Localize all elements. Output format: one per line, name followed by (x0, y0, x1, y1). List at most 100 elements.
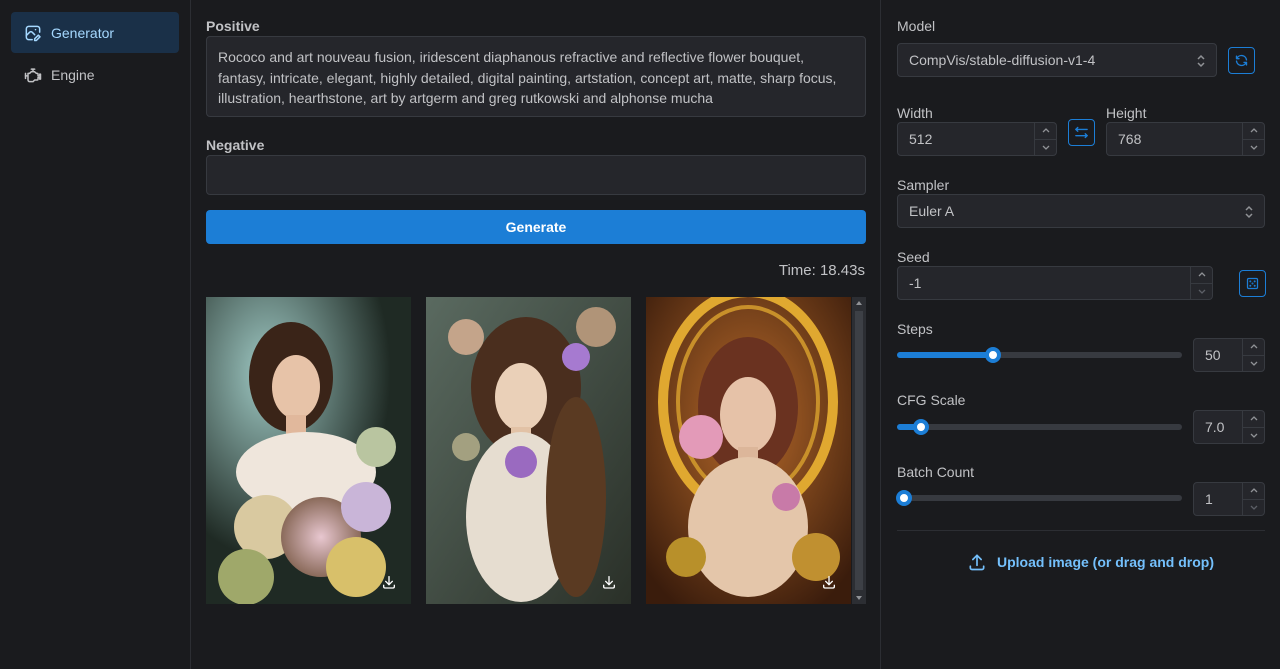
slider-thumb[interactable] (913, 419, 929, 435)
width-input[interactable]: 512 (897, 122, 1057, 156)
decrement-button[interactable] (1243, 500, 1264, 516)
steps-stepper[interactable] (1242, 339, 1264, 371)
image-edit-icon (25, 25, 41, 41)
height-label: Height (1106, 105, 1147, 121)
height-stepper[interactable] (1242, 123, 1264, 155)
positive-label: Positive (206, 18, 260, 34)
model-select[interactable]: CompVis/stable-diffusion-v1-4 (897, 43, 1217, 77)
seed-label: Seed (897, 249, 930, 265)
seed-input[interactable]: -1 (897, 266, 1213, 300)
batch-count-label: Batch Count (897, 464, 975, 480)
scroll-up-icon[interactable] (855, 300, 863, 306)
divider (897, 530, 1265, 531)
increment-button[interactable] (1191, 267, 1212, 284)
swap-dimensions-button[interactable] (1068, 119, 1095, 146)
chevron-up-icon (1250, 128, 1257, 133)
generation-time: Time: 18.43s (778, 262, 865, 279)
steps-label: Steps (897, 321, 933, 337)
batch-count-input[interactable]: 1 (1193, 482, 1265, 516)
engine-icon (24, 67, 42, 82)
chevron-up-icon (1250, 416, 1257, 421)
sidebar-item-engine[interactable]: Engine (11, 54, 179, 95)
sampler-label: Sampler (897, 177, 950, 193)
generate-button[interactable]: Generate (206, 210, 866, 244)
chevron-up-icon (1250, 344, 1257, 349)
decrement-button[interactable] (1243, 428, 1264, 444)
slider-thumb[interactable] (985, 347, 1001, 363)
generated-image[interactable] (646, 297, 851, 604)
increment-button[interactable] (1243, 411, 1264, 428)
chevron-up-icon (1250, 488, 1257, 493)
increment-button[interactable] (1243, 339, 1264, 356)
random-seed-button[interactable] (1239, 270, 1266, 297)
cfg-value: 7.0 (1205, 419, 1225, 435)
decrement-button[interactable] (1243, 356, 1264, 372)
increment-button[interactable] (1243, 483, 1264, 500)
model-label: Model (897, 18, 936, 34)
cfg-input[interactable]: 7.0 (1193, 410, 1265, 444)
increment-button[interactable] (1243, 123, 1264, 140)
gallery-scrollbar[interactable] (852, 297, 866, 604)
cfg-stepper[interactable] (1242, 411, 1264, 443)
steps-value: 50 (1205, 347, 1221, 363)
cfg-slider[interactable] (897, 419, 1182, 435)
steps-slider[interactable] (897, 347, 1182, 363)
decrement-button[interactable] (1243, 140, 1264, 156)
decrement-button[interactable] (1035, 140, 1056, 156)
chevron-down-icon (1250, 145, 1257, 150)
sampler-select[interactable]: Euler A (897, 194, 1265, 228)
upload-label: Upload image (or drag and drop) (997, 554, 1215, 570)
image-gallery (206, 297, 866, 604)
width-label: Width (897, 105, 933, 121)
model-value: CompVis/stable-diffusion-v1-4 (909, 52, 1096, 68)
chevron-down-icon (1250, 505, 1257, 510)
batch-count-value: 1 (1205, 491, 1213, 507)
negative-label: Negative (206, 137, 265, 153)
portrait-image (206, 297, 411, 604)
sidebar-item-generator[interactable]: Generator (11, 12, 179, 53)
sidebar: Generator Engine (0, 0, 191, 669)
slider-fill (897, 352, 993, 358)
chevron-down-icon (1250, 433, 1257, 438)
dice-icon (1246, 277, 1259, 290)
width-stepper[interactable] (1034, 123, 1056, 155)
portrait-image (426, 297, 631, 604)
steps-input[interactable]: 50 (1193, 338, 1265, 372)
batch-count-slider[interactable] (896, 490, 1182, 506)
upload-icon (969, 554, 985, 571)
download-icon[interactable] (821, 574, 837, 590)
sidebar-item-label: Engine (51, 66, 95, 83)
width-value: 512 (909, 131, 933, 147)
generated-image[interactable] (206, 297, 411, 604)
chevron-down-icon (1042, 145, 1049, 150)
swap-icon (1075, 126, 1088, 139)
download-icon[interactable] (601, 574, 617, 590)
selector-icon (1197, 54, 1205, 68)
seed-value: -1 (909, 275, 922, 291)
portrait-image (646, 297, 851, 604)
increment-button[interactable] (1035, 123, 1056, 140)
scrollbar-thumb[interactable] (855, 311, 863, 590)
scroll-down-icon[interactable] (855, 595, 863, 601)
download-icon[interactable] (381, 574, 397, 590)
chevron-up-icon (1042, 128, 1049, 133)
positive-prompt-input[interactable]: Rococo and art nouveau fusion, iridescen… (206, 36, 866, 117)
negative-prompt-input[interactable] (206, 155, 866, 195)
generated-image[interactable] (426, 297, 631, 604)
upload-image-dropzone[interactable]: Upload image (or drag and drop) (967, 552, 1214, 572)
refresh-models-button[interactable] (1228, 47, 1255, 74)
height-value: 768 (1118, 131, 1142, 147)
decrement-button[interactable] (1191, 284, 1212, 300)
chevron-down-icon (1198, 289, 1205, 294)
main-area: Positive Rococo and art nouveau fusion, … (192, 0, 881, 669)
seed-stepper[interactable] (1190, 267, 1212, 299)
refresh-icon (1235, 54, 1248, 67)
settings-panel: Model CompVis/stable-diffusion-v1-4 Widt… (882, 0, 1280, 669)
sidebar-item-label: Generator (51, 24, 115, 41)
slider-thumb[interactable] (896, 490, 912, 506)
height-input[interactable]: 768 (1106, 122, 1265, 156)
sampler-value: Euler A (909, 203, 955, 219)
batch-count-stepper[interactable] (1242, 483, 1264, 515)
selector-icon (1245, 205, 1253, 219)
chevron-down-icon (1250, 361, 1257, 366)
